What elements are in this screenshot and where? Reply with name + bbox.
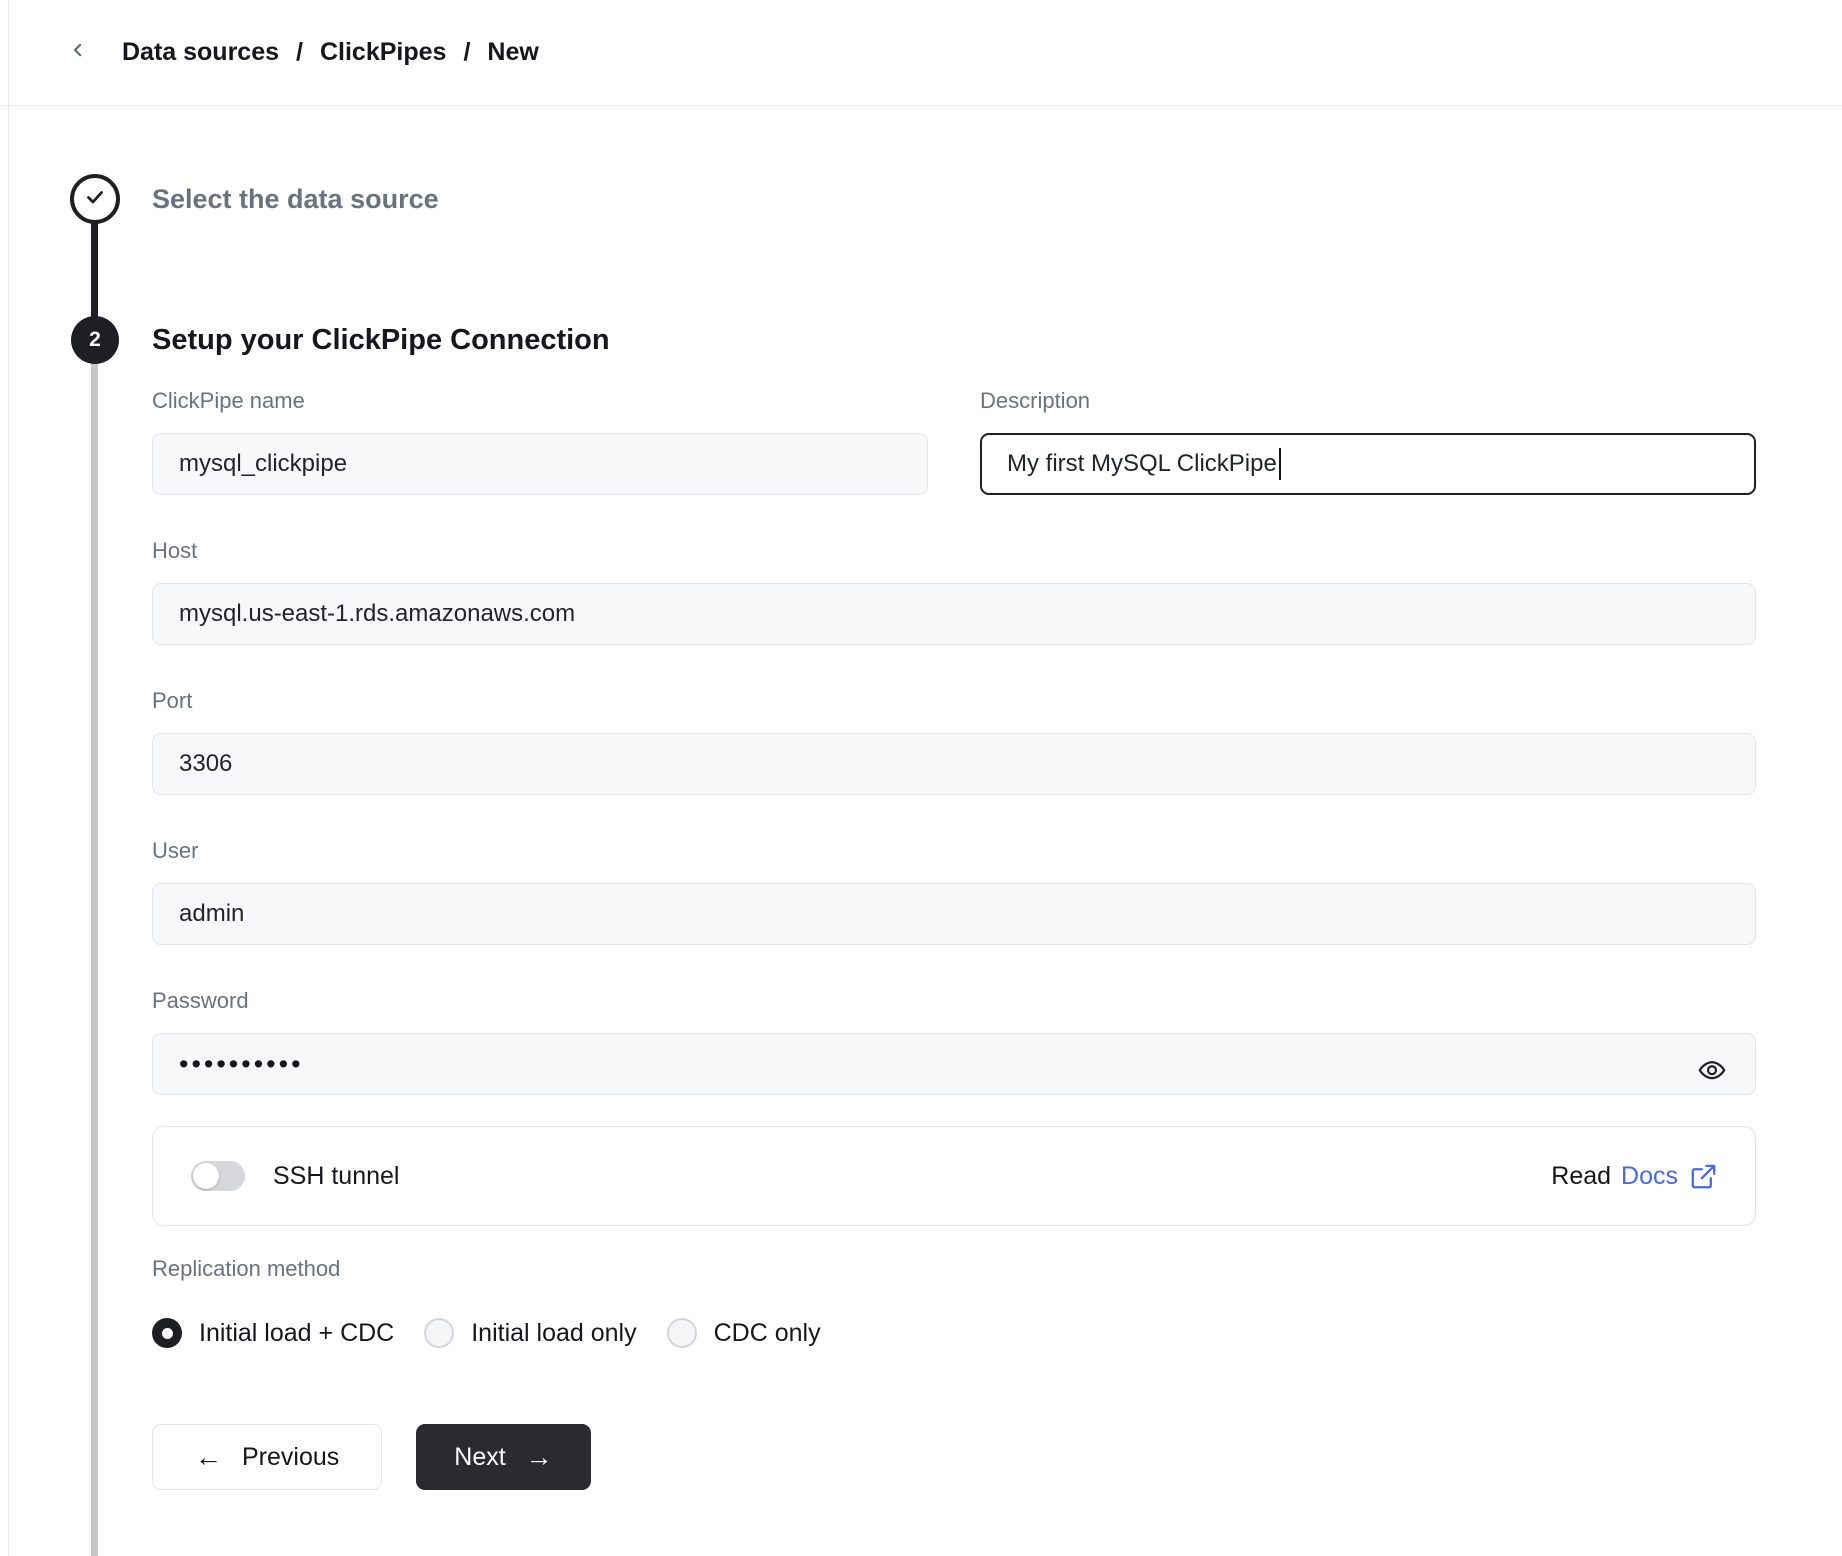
chevron-left-icon — [69, 41, 87, 64]
step-1-indicator-completed — [70, 174, 120, 224]
stepper-connector-done — [91, 220, 98, 320]
previous-button-label: Previous — [242, 1443, 339, 1472]
step-1-title: Select the data source — [152, 182, 1756, 216]
radio-initial-load-cdc[interactable]: Initial load + CDC — [152, 1318, 394, 1348]
next-button[interactable]: Next → — [416, 1424, 590, 1490]
next-button-label: Next — [454, 1443, 505, 1472]
radio-unselected-icon — [667, 1318, 697, 1348]
radio-unselected-icon — [424, 1318, 454, 1348]
clickpipe-name-label: ClickPipe name — [152, 388, 928, 414]
eye-icon — [1695, 1056, 1729, 1087]
user-input[interactable] — [152, 883, 1756, 945]
docs-link[interactable]: Docs — [1621, 1162, 1678, 1191]
name-description-row: ClickPipe name Description My first MySQ… — [152, 388, 1756, 495]
arrow-right-icon: → — [526, 1444, 553, 1471]
port-input[interactable] — [152, 733, 1756, 795]
host-input[interactable] — [152, 583, 1756, 645]
main-content: Select the data source Setup your ClickP… — [152, 0, 1756, 1490]
check-icon — [83, 185, 107, 214]
user-label: User — [152, 838, 1756, 864]
toggle-knob — [193, 1163, 219, 1189]
password-label: Password — [152, 988, 1756, 1014]
previous-button[interactable]: ← Previous — [152, 1424, 382, 1490]
port-label: Port — [152, 688, 1756, 714]
stepper-connector-pending — [91, 362, 98, 1556]
password-field-group — [152, 1033, 1756, 1095]
step-2-title: Setup your ClickPipe Connection — [152, 322, 1756, 358]
replication-method-label: Replication method — [152, 1256, 1756, 1282]
replication-options: Initial load + CDC Initial load only CDC… — [152, 1318, 1756, 1348]
text-cursor — [1279, 448, 1281, 480]
radio-initial-load-only[interactable]: Initial load only — [424, 1318, 636, 1348]
left-panel-divider — [8, 0, 9, 1556]
read-text: Read — [1551, 1162, 1611, 1191]
description-field-group: Description My first MySQL ClickPipe — [980, 388, 1756, 495]
external-link-icon[interactable] — [1690, 1163, 1717, 1190]
host-label: Host — [152, 538, 1756, 564]
ssh-tunnel-toggle[interactable] — [191, 1161, 245, 1191]
show-password-button[interactable] — [1692, 1051, 1732, 1091]
back-button[interactable] — [60, 35, 96, 71]
ssh-tunnel-card: SSH tunnel Read Docs — [152, 1126, 1756, 1226]
ssh-tunnel-label: SSH tunnel — [273, 1162, 399, 1191]
radio-label: Initial load + CDC — [199, 1319, 394, 1348]
radio-selected-icon — [152, 1318, 182, 1348]
step-2-number: 2 — [89, 328, 101, 352]
step-2-indicator-active: 2 — [71, 316, 119, 364]
clickpipe-name-input[interactable] — [152, 433, 928, 495]
radio-label: Initial load only — [471, 1319, 636, 1348]
clickpipe-name-field-group: ClickPipe name — [152, 388, 928, 495]
description-input[interactable]: My first MySQL ClickPipe — [980, 433, 1756, 495]
radio-cdc-only[interactable]: CDC only — [667, 1318, 821, 1348]
ssh-toggle-group: SSH tunnel — [191, 1161, 399, 1191]
description-label: Description — [980, 388, 1756, 414]
read-docs-group: Read Docs — [1551, 1162, 1717, 1191]
radio-label: CDC only — [714, 1319, 821, 1348]
clickpipe-setup-page: Data sources / ClickPipes / New 2 Select… — [0, 0, 1842, 1556]
password-input[interactable] — [152, 1033, 1756, 1095]
arrow-left-icon: ← — [195, 1444, 222, 1471]
description-value: My first MySQL ClickPipe — [1007, 450, 1277, 478]
wizard-actions: ← Previous Next → — [152, 1424, 1756, 1490]
